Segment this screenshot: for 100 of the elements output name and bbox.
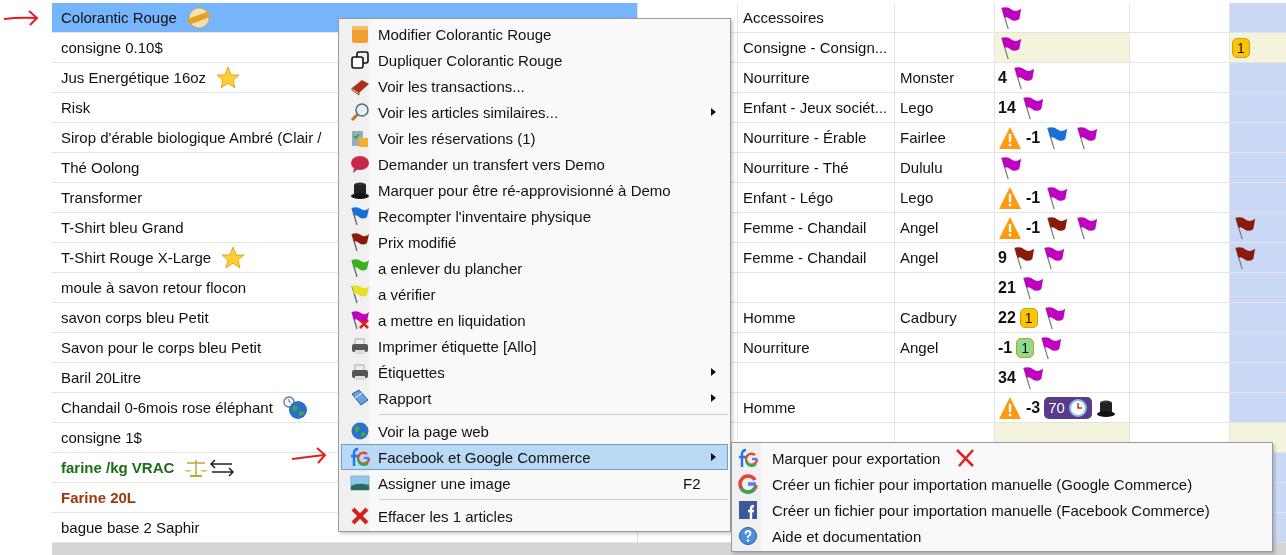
menu-item[interactable]: a enlever du plancher <box>341 255 728 281</box>
quantity-value: 4 <box>998 68 1007 87</box>
brand-cell: Lego <box>895 183 995 212</box>
product-name: Baril 20Litre <box>61 369 142 386</box>
menu-item[interactable]: Marquer pour être ré-approvisionné à Demo <box>341 177 728 203</box>
product-name: Thé Oolong <box>61 159 140 176</box>
star-icon <box>221 245 246 270</box>
menu-item[interactable]: Voir la page web <box>341 418 728 444</box>
menu-item[interactable]: Facebook et Google Commerce <box>341 444 728 470</box>
brand-cell: Angel <box>895 243 995 272</box>
product-name: Sirop d'érable biologique Ambré (Clair / <box>61 129 322 146</box>
category-cell: Consigne - Consign... <box>738 33 895 62</box>
scale-icon <box>184 457 209 478</box>
category-cell: Femme - Chandail <box>738 213 895 242</box>
brand-cell: Monster <box>895 63 995 92</box>
flag-icon <box>350 232 370 252</box>
quantity-value: -1 <box>1026 218 1041 237</box>
ring-icon <box>737 474 758 494</box>
menu-item[interactable]: Voir les transactions... <box>341 73 728 99</box>
menu-item[interactable]: Étiquettes <box>341 359 728 385</box>
logo-icon <box>736 448 759 468</box>
warning-icon <box>998 395 1022 420</box>
product-name: Savon pour le corps bleu Petit <box>61 339 262 356</box>
quantity-value: 14 <box>998 98 1016 117</box>
table-cell <box>1230 303 1286 332</box>
quantity-value: 34 <box>998 368 1016 387</box>
jar-icon <box>350 24 370 44</box>
menu-item[interactable]: Demander un transfert vers Demo <box>341 151 728 177</box>
menu-item[interactable]: Imprimer étiquette [Allo] <box>341 333 728 359</box>
seal-icon <box>186 6 211 29</box>
product-name: Chandail 0-6mois rose éléphant <box>61 399 273 416</box>
table-cell <box>1230 3 1286 32</box>
menu-item[interactable]: a mettre en liquidation <box>341 307 728 333</box>
table-cell <box>1230 63 1286 92</box>
annotation-arrow <box>290 446 328 466</box>
logo-icon <box>349 447 371 467</box>
product-name: Jus Energétique 16oz <box>61 69 207 86</box>
table-cell <box>1230 393 1286 422</box>
flag-icon <box>350 284 370 304</box>
category-cell: Homme <box>738 303 895 332</box>
swap-arrows-icon <box>208 458 237 477</box>
product-name: farine /kg VRAC <box>61 459 175 476</box>
category-cell: Nourriture <box>738 333 895 362</box>
flag-icon <box>350 258 370 278</box>
menu-item[interactable]: Marquer pour exportation <box>732 445 1272 471</box>
clipboard-icon <box>350 128 370 148</box>
image-icon <box>350 473 370 493</box>
count-badge: 1 <box>1232 37 1250 58</box>
category-cell: Enfant - Légo <box>738 183 895 212</box>
quantity-value: 9 <box>998 248 1007 267</box>
category-cell: Homme <box>738 393 895 422</box>
globe-clock-icon <box>282 395 309 420</box>
product-name: Farine 20L <box>61 489 137 506</box>
menu-item[interactable]: Assigner une image F2 <box>341 470 728 496</box>
table-cell <box>1230 363 1286 392</box>
quantity-value: 22 <box>998 308 1016 327</box>
menu-item[interactable]: Prix modifié <box>341 229 728 255</box>
globe-icon <box>350 421 370 441</box>
menu-item[interactable]: Créer un fichier pour importation manuelle (Google Commerce) <box>732 471 1272 497</box>
warning-icon <box>998 125 1022 150</box>
menu-item[interactable]: Dupliquer Colorantic Rouge <box>341 47 728 73</box>
brand-cell: Angel <box>895 213 995 242</box>
product-name: Colorantic Rouge <box>61 9 177 26</box>
speech-bubble-icon <box>350 154 370 174</box>
quantity-value: 21 <box>998 278 1016 297</box>
menu-item[interactable]: a vérifier <box>341 281 728 307</box>
category-cell: Nourriture <box>738 63 895 92</box>
product-name: bague base 2 Saphir <box>61 519 200 536</box>
count-badge: 1 <box>1019 307 1038 328</box>
category-cell: Nourriture - Érable <box>738 123 895 152</box>
table-cell <box>1230 123 1286 152</box>
menu-item[interactable]: Voir les articles similaires... <box>341 99 728 125</box>
flag-icon <box>350 206 370 226</box>
top-hat-icon <box>350 180 370 200</box>
brand-cell: Dululu <box>895 153 995 182</box>
printer-icon <box>350 336 370 356</box>
copy-icon <box>350 50 370 70</box>
quantity-value: -1 <box>998 338 1013 357</box>
menu-item[interactable]: Créer un fichier pour importation manuelle (Facebook Commerce) <box>732 497 1272 523</box>
table-cell <box>1230 153 1286 182</box>
flag-icon <box>350 310 370 330</box>
category-cell: Accessoires <box>738 3 895 32</box>
printer-icon <box>350 362 370 382</box>
warning-icon <box>998 215 1022 240</box>
menu-item[interactable]: Rapport <box>341 385 728 411</box>
menu-item[interactable]: Voir les réservations (1) <box>341 125 728 151</box>
menu-item[interactable]: Aide et documentation <box>732 523 1272 549</box>
category-cell: Enfant - Jeux sociét... <box>738 93 895 122</box>
brand-cell: Angel <box>895 333 995 362</box>
product-name: consigne 0.10$ <box>61 39 163 56</box>
star-icon <box>216 65 241 90</box>
square-logo-icon <box>737 500 758 520</box>
count-badge: 1 <box>1016 337 1035 358</box>
brand-cell: Cadbury <box>895 303 995 332</box>
menu-item[interactable]: Effacer les 1 articles <box>341 503 728 529</box>
category-cell: Nourriture - Thé <box>738 153 895 182</box>
category-cell: Femme - Chandail <box>738 243 895 272</box>
menu-item[interactable]: Recompter l'inventaire physique <box>341 203 728 229</box>
delete-icon <box>350 506 370 526</box>
quantity-value: -1 <box>1026 128 1041 147</box>
